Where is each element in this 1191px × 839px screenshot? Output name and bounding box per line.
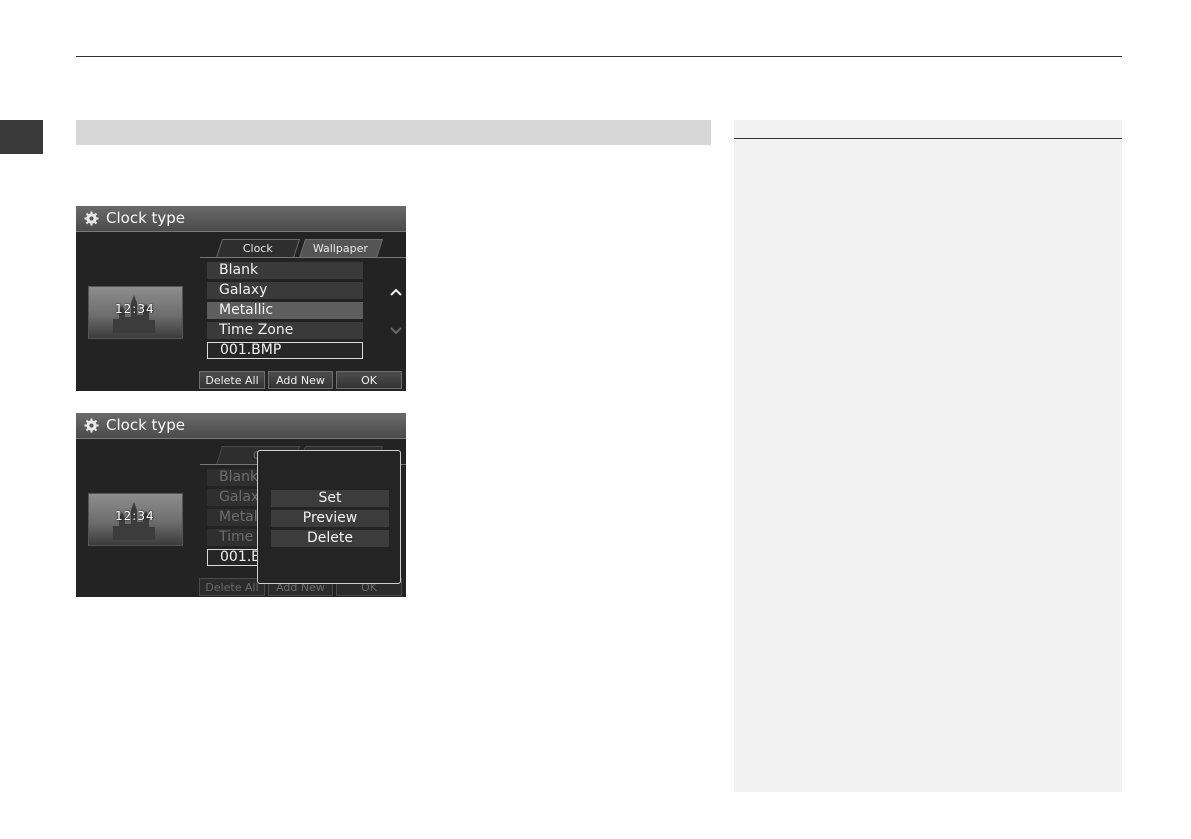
screen-title: Clock type [106, 416, 186, 434]
chevron-up-icon[interactable] [389, 287, 403, 297]
list-item-metallic[interactable]: Metallic [207, 302, 363, 319]
tab-baseline [200, 257, 406, 258]
gear-icon [84, 211, 99, 226]
list-item-001-bmp[interactable]: 001.BMP [207, 342, 363, 359]
preview-button[interactable]: Preview [271, 510, 389, 527]
list-item-galaxy[interactable]: Galaxy [207, 282, 363, 299]
delete-button[interactable]: Delete [271, 530, 389, 547]
file-options-popup: Set Preview Delete [257, 450, 401, 584]
thumbnail-clock: 12:34 [115, 509, 155, 523]
list-item-time-zone[interactable]: Time Zone [207, 322, 363, 339]
title-bar: Clock type [76, 206, 406, 232]
chapter-side-tab [0, 120, 43, 154]
gear-icon [84, 418, 99, 433]
sidebar-note-panel [734, 120, 1122, 792]
page-top-rule [76, 56, 1122, 57]
delete-all-button[interactable]: Delete All [199, 371, 265, 389]
ok-button[interactable]: OK [336, 371, 402, 389]
clock-type-screen-popup: Clock type Cl 12:34 Blank Galax Metal Ti… [76, 413, 406, 597]
wallpaper-preview-thumbnail: 12:34 [88, 493, 183, 546]
delete-all-button[interactable]: Delete All [199, 578, 265, 596]
title-bar: Clock type [76, 413, 406, 439]
chevron-down-icon[interactable] [389, 326, 403, 336]
tab-wallpaper[interactable]: Wallpaper [298, 239, 384, 258]
screen-title: Clock type [106, 209, 186, 227]
list-item-blank[interactable]: Blank [207, 262, 363, 279]
add-new-button[interactable]: Add New [268, 371, 333, 389]
tab-clock[interactable]: Clock [215, 239, 301, 258]
wallpaper-preview-thumbnail: 12:34 [88, 286, 183, 339]
thumbnail-clock: 12:34 [115, 302, 155, 316]
clock-type-screen-wallpaper: Clock type Clock Wallpaper 12:34 Blank G… [76, 206, 406, 391]
set-button[interactable]: Set [271, 490, 389, 507]
section-header-bar [76, 120, 711, 145]
sidebar-rule [734, 138, 1122, 139]
